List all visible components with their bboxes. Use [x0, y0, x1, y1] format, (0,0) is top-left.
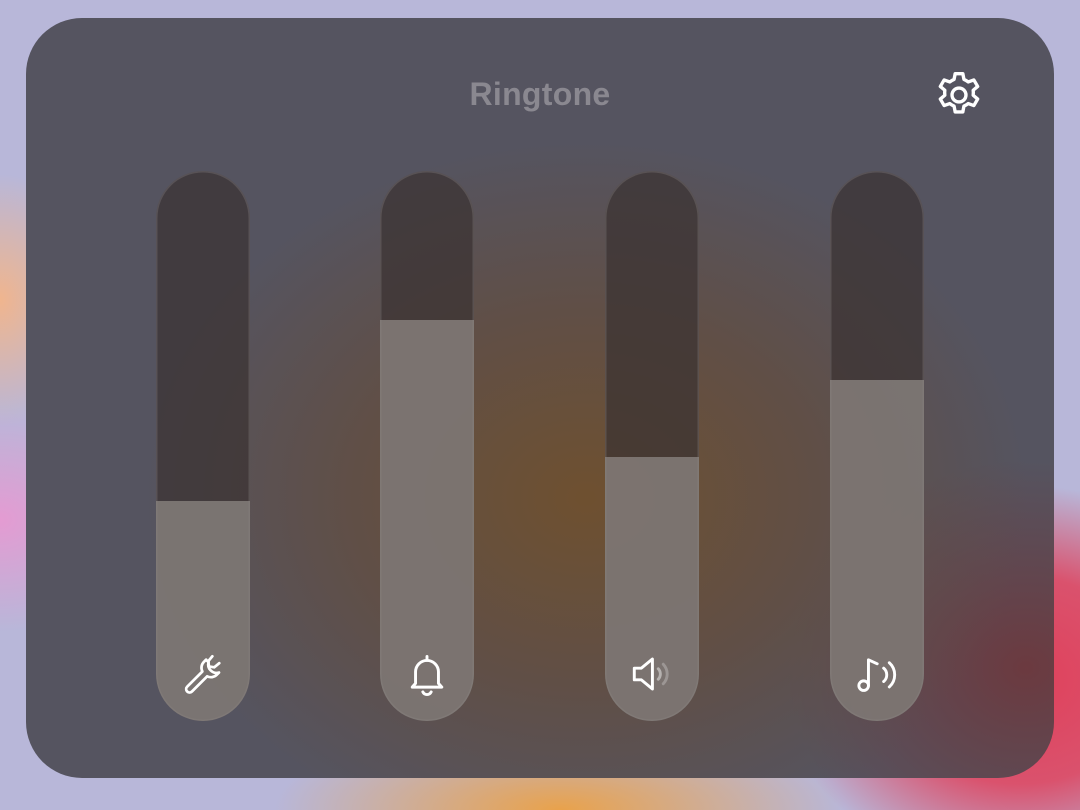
music-note-icon [852, 649, 902, 699]
wrench-icon [178, 649, 228, 699]
volume-panel: Ringtone [26, 18, 1054, 778]
panel-title: Ringtone [469, 76, 611, 112]
ringtone-volume-slider[interactable] [380, 171, 474, 721]
music-volume-slider[interactable] [830, 171, 924, 721]
gear-icon[interactable] [932, 68, 986, 122]
bell-icon [402, 649, 452, 699]
speaker-icon [627, 649, 677, 699]
media-volume-slider[interactable] [605, 171, 699, 721]
system-volume-slider[interactable] [156, 171, 250, 721]
